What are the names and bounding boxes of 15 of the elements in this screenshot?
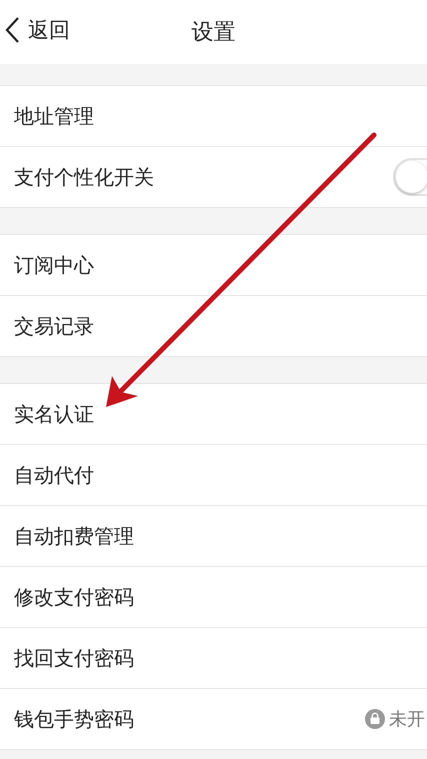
settings-label[interactable]: 交易记录: [14, 312, 94, 340]
settings-label[interactable]: 钱包手势密码: [14, 706, 134, 732]
settings-label[interactable]: 地址管理: [14, 102, 94, 130]
settings-label[interactable]: 自动扣费管理: [14, 522, 134, 550]
status-text: 未开: [389, 708, 425, 731]
settings-label[interactable]: 修改支付密码: [14, 584, 134, 610]
page-title: 设置: [192, 19, 236, 47]
settings-label[interactable]: 自动代付: [14, 462, 94, 488]
settings-label[interactable]: 实名认证: [14, 400, 94, 428]
settings-label[interactable]: 支付个性化开关: [14, 164, 154, 190]
lock-icon: [365, 709, 385, 729]
back-icon: [4, 16, 20, 44]
settings-label[interactable]: 订阅中心: [14, 252, 94, 278]
back-button[interactable]: 返回: [4, 16, 70, 44]
settings-label[interactable]: 找回支付密码: [14, 644, 134, 672]
